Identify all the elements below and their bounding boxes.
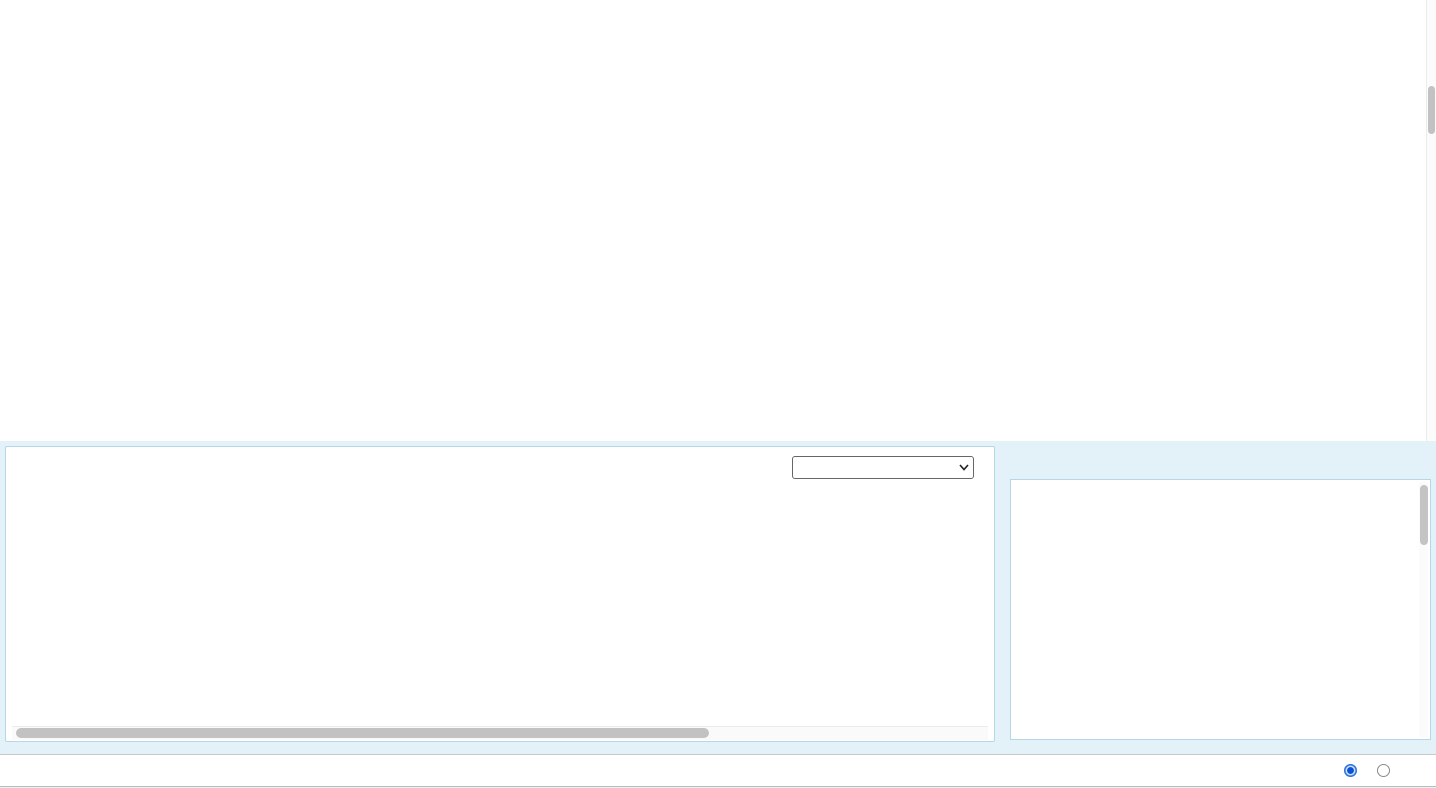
editor-scrollbar-thumb[interactable] (1428, 86, 1435, 134)
calltree-items (6, 447, 992, 726)
editor-scrollbar (1426, 0, 1436, 441)
run-module-select[interactable] (792, 456, 974, 479)
calltree-hscrollbar (12, 726, 988, 740)
bottom-region (0, 441, 1436, 788)
radio-standard-icon[interactable] (1344, 764, 1357, 777)
status-bar (0, 754, 1436, 787)
statusbar-right (1344, 764, 1426, 777)
radio-vim-icon[interactable] (1377, 764, 1390, 777)
code-lines (0, 0, 1436, 4)
calltree-panel (5, 446, 995, 742)
files-actions (1010, 447, 1431, 477)
leporello-app (0, 0, 1436, 788)
files-scrollbar (1419, 482, 1428, 737)
keybinding-vim-option[interactable] (1377, 764, 1394, 777)
file-tree (1011, 480, 1430, 484)
run-module-row (782, 456, 974, 479)
calltree-hscrollbar-thumb[interactable] (16, 728, 709, 738)
files-scrollbar-thumb[interactable] (1420, 485, 1428, 545)
keybinding-standard-option[interactable] (1344, 764, 1361, 777)
code-editor[interactable] (0, 0, 1436, 441)
file-tree-panel (1010, 479, 1431, 740)
